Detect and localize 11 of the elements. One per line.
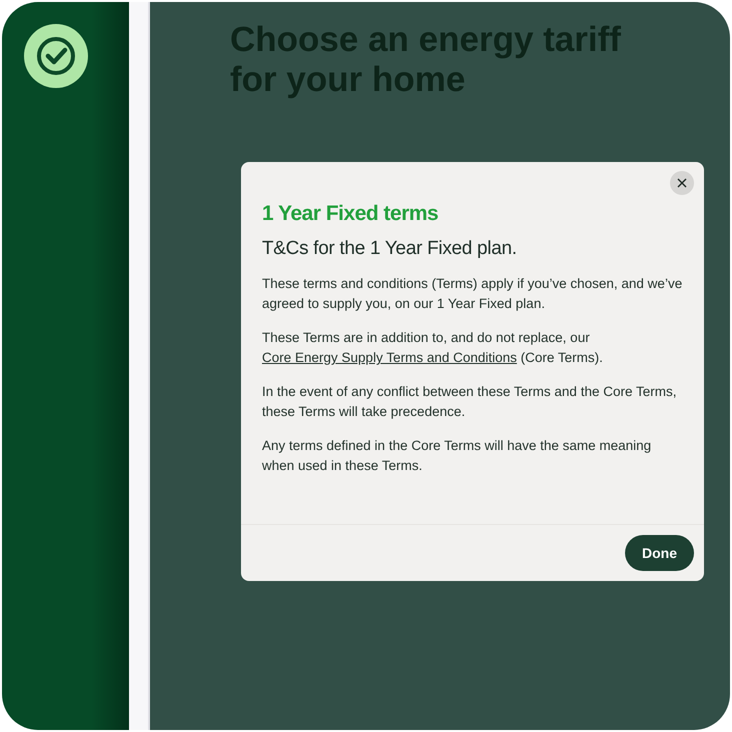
close-button[interactable] [670,171,694,195]
terms-paragraph: These terms and conditions (Terms) apply if you’ve chosen, and we’ve agreed to supply you, on our 1 Year Fixed plan. [262,275,684,313]
check-circle-icon [24,24,88,88]
done-button[interactable]: Done [625,535,694,571]
terms-paragraph: Any terms defined in the Core Terms will have the same meaning when used in these Terms. [262,437,652,475]
terms-paragraph: In the event of any conflict between these Terms and the Core Terms, these Terms will take precedence. [262,383,678,421]
dialog-subtitle: T&Cs for the 1 Year Fixed plan. [262,238,518,260]
core-terms-link[interactable]: Core Energy Supply Terms and Conditions [262,350,517,365]
terms-paragraph: These Terms are in addition to, and do not replace, our Core Energy Supply Terms and Conditions (Core Terms). [262,329,604,367]
dialog-title: 1 Year Fixed terms [262,202,440,226]
close-icon [677,178,687,188]
